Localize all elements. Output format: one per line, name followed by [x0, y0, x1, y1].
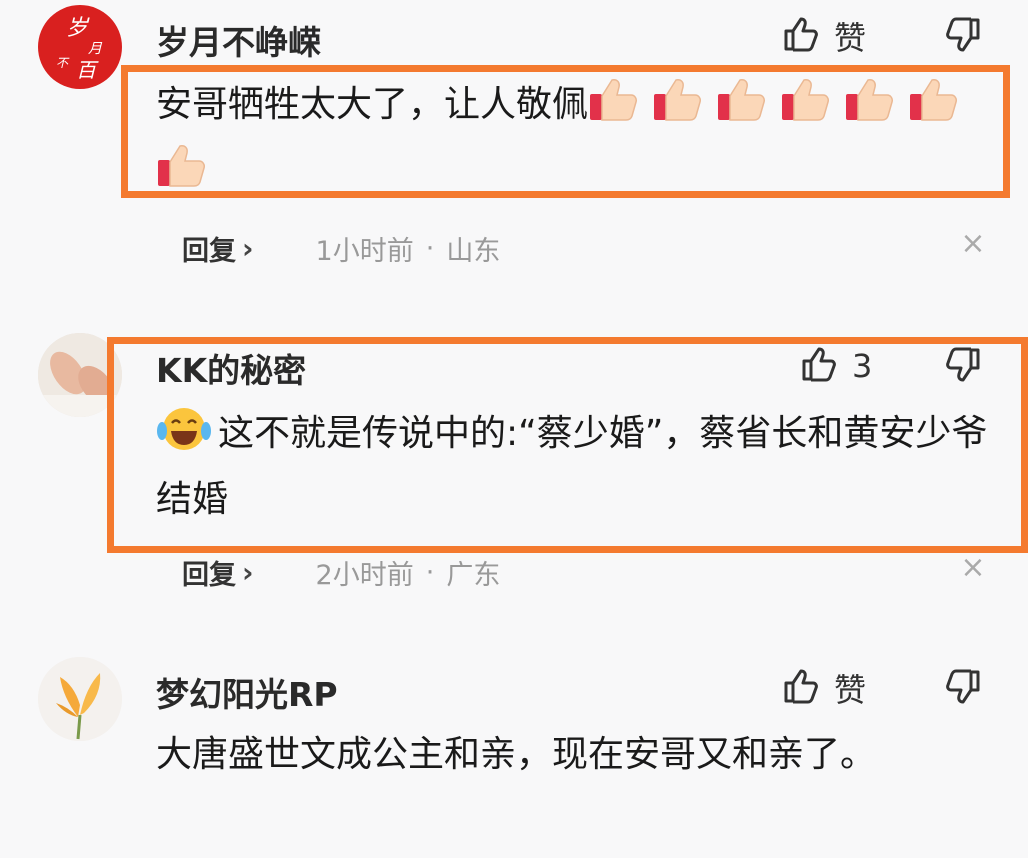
dislike-button[interactable] — [942, 344, 986, 388]
comment-text-content: 这不就是传说中的:“蔡少婚”，蔡省长和黄安少爷结婚 — [156, 413, 988, 520]
like-label: 赞 — [834, 671, 867, 709]
dislike-button[interactable] — [942, 14, 986, 58]
thumbs-up-emoji — [654, 79, 702, 121]
svg-text:月: 月 — [88, 41, 103, 57]
like-button[interactable]: 赞 — [780, 14, 866, 58]
comment-text: 这不就是传说中的:“蔡少婚”，蔡省长和黄安少爷结婚 — [156, 401, 996, 533]
avatar[interactable] — [38, 657, 122, 741]
close-icon[interactable]: × — [958, 550, 988, 585]
thumbs-up-icon — [798, 343, 840, 389]
comment-location: 广东 — [446, 559, 501, 591]
flower-photo — [38, 657, 122, 741]
thumbs-up-emoji — [846, 79, 894, 121]
thumbs-up-emoji — [782, 79, 830, 121]
svg-text:岁: 岁 — [66, 16, 90, 41]
comment-author[interactable]: KK的秘密 — [156, 344, 306, 392]
thumbs-down-icon — [946, 347, 980, 382]
comment-time: 2小时前 — [315, 559, 414, 591]
close-icon[interactable]: × — [958, 226, 988, 261]
comment-text: 大唐盛世文成公主和亲，现在安哥又和亲了。 — [156, 734, 877, 775]
separator-dot: · — [425, 232, 435, 264]
thumbs-up-emoji — [910, 79, 958, 121]
chevron-right-icon: › — [242, 231, 254, 265]
reply-button[interactable]: 回复 › — [182, 553, 254, 592]
thumbs-up-emoji — [718, 79, 766, 121]
svg-text:百: 百 — [76, 58, 99, 82]
comment-text-content: 安哥牺牲太大了，让人敬佩 — [156, 84, 589, 125]
thumbs-up-icon — [780, 13, 822, 59]
reply-label: 回复 — [182, 235, 236, 267]
comment-meta: 回复 › 2小时前 · 广东 — [182, 552, 500, 592]
comment-time: 1小时前 — [315, 235, 414, 267]
separator-dot: · — [425, 556, 435, 588]
thumbs-up-icon — [780, 665, 822, 711]
avatar[interactable]: 岁 月 不 百 — [38, 5, 122, 89]
feet-photo — [38, 333, 122, 417]
comment-author[interactable]: 岁月不峥嵘 — [156, 16, 321, 64]
thumbs-down-icon — [946, 17, 980, 52]
avatar-calligraphy: 岁 月 不 百 — [56, 16, 103, 82]
chevron-right-icon: › — [242, 555, 254, 589]
thumbs-up-emoji — [158, 145, 205, 187]
reply-label: 回复 — [182, 559, 236, 591]
reply-button[interactable]: 回复 › — [182, 229, 254, 268]
like-button[interactable]: 3 — [798, 344, 872, 388]
laughing-crying-emoji — [157, 408, 211, 450]
avatar[interactable] — [38, 333, 122, 417]
like-count: 3 — [852, 347, 873, 385]
comment-location: 山东 — [446, 235, 501, 267]
thumbs-up-emoji — [590, 79, 638, 121]
like-button[interactable]: 赞 — [780, 666, 866, 710]
thumbs-down-icon — [946, 669, 980, 704]
dislike-button[interactable] — [942, 666, 986, 710]
comment-text: 安哥牺牲太大了，让人敬佩 — [156, 72, 996, 204]
comment-author[interactable]: 梦幻阳光RP — [156, 668, 338, 716]
svg-text:不: 不 — [56, 56, 70, 70]
comment-meta: 回复 › 1小时前 · 山东 — [182, 228, 500, 268]
like-label: 赞 — [834, 19, 867, 57]
